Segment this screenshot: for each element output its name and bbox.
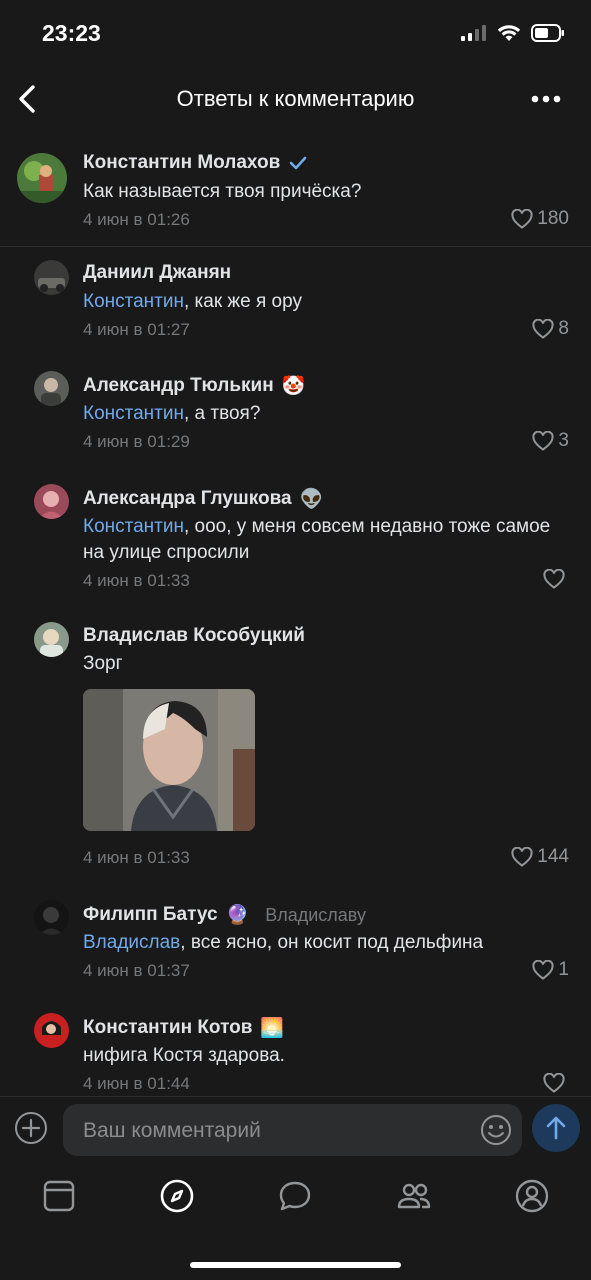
comment-text: Константин, а твоя? — [83, 403, 261, 424]
author-name[interactable]: Александра Глушкова — [83, 488, 292, 510]
status-bar: 23:23 — [0, 0, 591, 70]
avatar[interactable] — [17, 153, 67, 203]
send-arrow-icon — [546, 1116, 566, 1140]
attach-plus-icon[interactable] — [14, 1111, 48, 1145]
like-button[interactable]: 180 — [511, 208, 569, 230]
status-emoji: 🌅 — [260, 1018, 285, 1039]
comment-date: 4 июн в 01:33 — [83, 571, 190, 590]
battery-icon — [531, 24, 564, 42]
comment-date: 4 июн в 01:29 — [83, 432, 190, 451]
comment-date: 4 июн в 01:37 — [83, 961, 190, 980]
header: Ответы к комментарию — [0, 70, 591, 130]
status-emoji: 👽 — [299, 489, 324, 510]
reply-to-label[interactable]: Владиславу — [265, 905, 366, 926]
signal-icon — [461, 25, 486, 41]
like-count: 8 — [558, 318, 569, 339]
tab-news-icon[interactable] — [41, 1178, 77, 1214]
avatar[interactable] — [34, 622, 69, 657]
attached-photo[interactable] — [83, 689, 255, 831]
mention-link[interactable]: Константин — [83, 516, 184, 537]
heart-icon — [532, 319, 554, 339]
comment-input[interactable] — [81, 1104, 465, 1158]
like-button[interactable]: 1 — [532, 959, 569, 981]
emoji-icon[interactable] — [480, 1114, 512, 1146]
author-name[interactable]: Александр Тюлькин — [83, 375, 274, 397]
comment-date: 4 июн в 01:26 — [83, 210, 190, 229]
heart-icon — [532, 960, 554, 980]
divider — [0, 246, 591, 247]
comment-text: нифига Костя здарова. — [83, 1045, 285, 1066]
author-name[interactable]: Константин Котов — [83, 1017, 252, 1039]
avatar[interactable] — [34, 1013, 69, 1048]
like-count: 1 — [558, 959, 569, 980]
wifi-icon — [497, 25, 521, 41]
like-button[interactable] — [543, 1073, 569, 1093]
avatar[interactable] — [34, 371, 69, 406]
mention-link[interactable]: Владислав — [83, 932, 180, 953]
tab-friends-icon[interactable] — [396, 1178, 432, 1214]
comment-text: Константин, как же я ору — [83, 291, 302, 312]
like-button[interactable]: 144 — [511, 846, 569, 868]
comment-text: Зорг — [83, 653, 123, 674]
status-time: 23:23 — [42, 20, 101, 46]
author-name[interactable]: Филипп Батус — [83, 904, 218, 926]
avatar[interactable] — [34, 260, 69, 295]
comment-field[interactable] — [63, 1104, 522, 1158]
comment-date: 4 июн в 01:44 — [83, 1074, 190, 1093]
home-indicator — [190, 1262, 401, 1268]
author-name[interactable]: Даниил Джанян — [83, 262, 231, 284]
heart-icon — [543, 1073, 565, 1093]
verified-icon — [290, 156, 307, 170]
heart-icon — [511, 209, 533, 229]
status-emoji: 🔮 — [225, 905, 250, 926]
like-count: 144 — [537, 846, 569, 867]
heart-icon — [532, 431, 554, 451]
comment-text: Как называется твоя причёска? — [83, 181, 362, 202]
comment-text: Константин, ооо, у меня совсем недавно т… — [83, 516, 551, 563]
avatar[interactable] — [34, 484, 69, 519]
tab-discover-icon[interactable] — [159, 1178, 195, 1214]
author-name[interactable]: Владислав Кособуцкий — [83, 625, 305, 647]
comment-text: Владислав, все ясно, он косит под дельфи… — [83, 932, 484, 953]
tab-messages-icon[interactable] — [277, 1178, 313, 1214]
author-name[interactable]: Константин Молахов — [83, 152, 280, 174]
like-count: 180 — [537, 208, 569, 229]
heart-icon — [511, 847, 533, 867]
like-button[interactable]: 3 — [532, 430, 569, 452]
status-icons — [461, 24, 565, 42]
mention-link[interactable]: Константин — [83, 403, 184, 424]
heart-icon — [543, 569, 565, 589]
more-options-icon[interactable] — [531, 92, 561, 106]
tab-profile-icon[interactable] — [514, 1178, 550, 1214]
avatar[interactable] — [34, 900, 69, 935]
like-count: 3 — [558, 430, 569, 451]
comment-composer — [0, 1096, 591, 1163]
comment-date: 4 июн в 01:27 — [83, 320, 190, 339]
like-button[interactable]: 8 — [532, 318, 569, 340]
mention-link[interactable]: Константин — [83, 291, 184, 312]
send-button[interactable] — [532, 1104, 580, 1152]
like-button[interactable] — [543, 569, 569, 589]
comment-date: 4 июн в 01:33 — [83, 848, 190, 867]
status-emoji: 🤡 — [281, 376, 306, 397]
page-title: Ответы к комментарию — [176, 86, 415, 111]
